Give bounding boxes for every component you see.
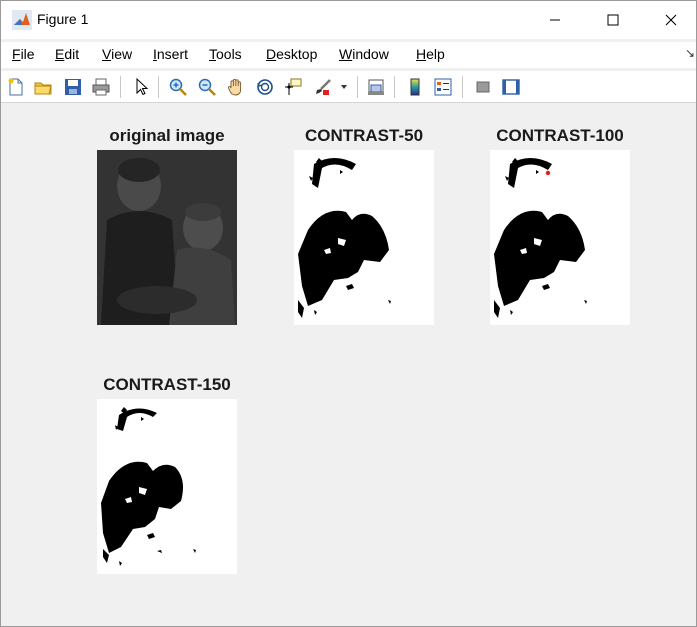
hide-plot-tools-icon (476, 81, 490, 93)
maximize-button[interactable] (584, 1, 642, 39)
figure-window: Figure 1 File Edit View Insert Tools Des… (0, 0, 697, 627)
toolbar-separator (357, 76, 358, 98)
brush-icon (316, 79, 331, 95)
rotate-3d-icon (257, 79, 273, 95)
colorbar-icon (410, 78, 420, 96)
brush-options-dropdown[interactable] (337, 76, 351, 98)
figure-canvas[interactable]: original image CONTRAST-50 CONTRAST-100 (1, 104, 696, 626)
insert-colorbar-button[interactable] (404, 76, 426, 98)
link-plot-button[interactable] (365, 76, 387, 98)
zoom-out-button[interactable] (196, 76, 218, 98)
save-icon (65, 79, 81, 95)
zoom-in-icon (169, 78, 187, 96)
menu-edit[interactable]: Edit (55, 46, 79, 62)
window-title: Figure 1 (37, 11, 89, 27)
show-plot-tools-icon (502, 79, 520, 95)
open-folder-icon (34, 82, 52, 95)
subplot-title: CONTRAST-100 (496, 126, 624, 145)
zoom-in-button[interactable] (167, 76, 189, 98)
pan-button[interactable] (225, 76, 247, 98)
minimize-icon (550, 19, 560, 21)
toolbar-separator (120, 76, 121, 98)
contrast-100-image[interactable] (490, 150, 630, 325)
rotate-3d-button[interactable] (254, 76, 276, 98)
show-plot-tools-button[interactable] (500, 76, 522, 98)
pan-hand-icon (228, 78, 242, 96)
print-icon (92, 78, 110, 96)
hide-plot-tools-button[interactable] (472, 76, 494, 98)
toolbar-separator (462, 76, 463, 98)
menu-tools[interactable]: Tools (209, 46, 242, 62)
zoom-out-icon (198, 78, 216, 96)
minimize-button[interactable] (526, 1, 584, 39)
menu-file[interactable]: File (12, 46, 35, 62)
title-bar[interactable]: Figure 1 (1, 1, 696, 39)
close-button[interactable] (642, 1, 697, 39)
menu-insert[interactable]: Insert (153, 46, 188, 62)
subplot-title: CONTRAST-150 (103, 375, 231, 394)
subplot-title: original image (109, 126, 225, 145)
subplot-title: CONTRAST-50 (304, 126, 424, 145)
matlab-logo-icon (12, 10, 32, 30)
toolbar-separator (158, 76, 159, 98)
menu-desktop[interactable]: Desktop (266, 46, 317, 62)
contrast-150-image[interactable] (97, 399, 237, 574)
toolbar-separator (394, 76, 395, 98)
dock-figure-icon[interactable]: ↘ (685, 46, 695, 60)
insert-legend-button[interactable] (432, 76, 454, 98)
original-image[interactable] (97, 150, 237, 325)
maximize-icon (607, 14, 619, 26)
menu-view[interactable]: View (102, 46, 132, 62)
pointer-icon (136, 77, 149, 96)
legend-icon (434, 78, 452, 96)
data-tips-button[interactable] (282, 76, 304, 98)
edit-plot-button[interactable] (130, 76, 152, 98)
menu-bar: File Edit View Insert Tools Desktop Wind… (1, 42, 696, 68)
open-file-button[interactable] (32, 76, 54, 98)
data-marker (545, 170, 551, 176)
menu-help[interactable]: Help (416, 46, 445, 62)
print-figure-button[interactable] (90, 76, 112, 98)
brush-dropdown-icon (341, 85, 347, 89)
menu-window[interactable]: Window (339, 46, 389, 62)
close-icon (665, 14, 677, 26)
contrast-50-image[interactable] (294, 150, 434, 325)
figure-toolbar (1, 71, 696, 103)
new-file-icon (8, 78, 23, 96)
brush-data-button[interactable] (312, 76, 334, 98)
link-plot-icon (368, 79, 384, 95)
new-figure-button[interactable] (5, 76, 27, 98)
data-cursor-icon (285, 78, 302, 95)
save-figure-button[interactable] (62, 76, 84, 98)
